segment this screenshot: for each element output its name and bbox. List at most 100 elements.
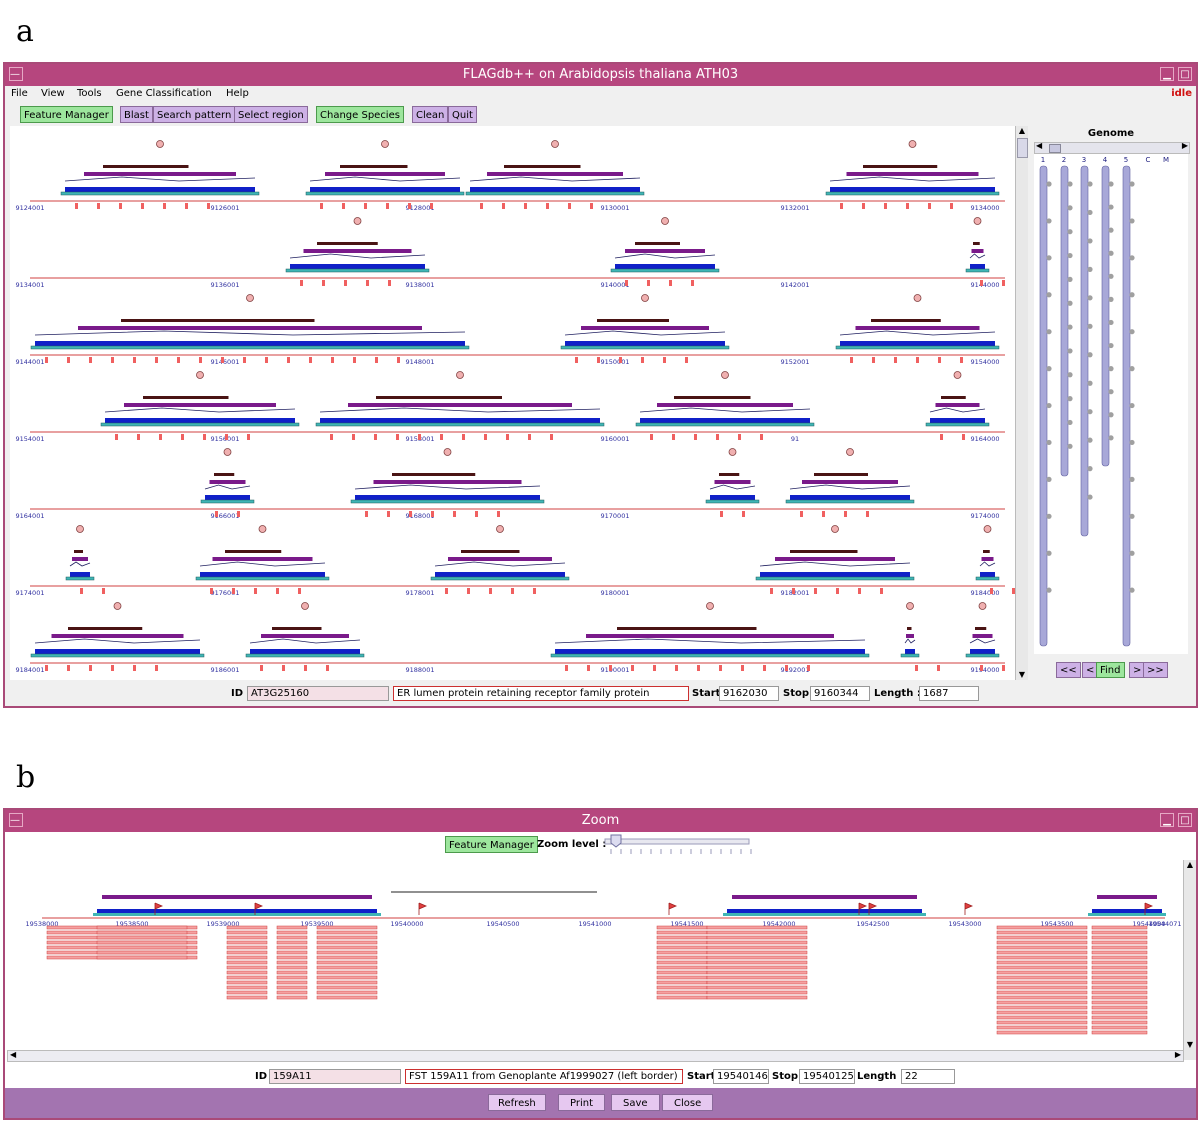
close-button[interactable]: Close	[662, 1094, 714, 1111]
est-hit	[906, 203, 909, 209]
zoom-vertical-scrollbar[interactable]: ▲ ▼	[1183, 860, 1196, 1060]
est-read	[1091, 1010, 1148, 1015]
marker-dot	[721, 371, 729, 379]
zoom-stop-field[interactable]: 19540125	[799, 1069, 855, 1084]
tick-label: 9192001	[781, 666, 810, 674]
gene-model	[790, 495, 910, 500]
est-hit	[858, 588, 861, 594]
zoom-id-field[interactable]: 159A11	[269, 1069, 401, 1084]
zoom-minimize-icon[interactable]: ▁	[1160, 813, 1174, 827]
est-read	[706, 960, 808, 965]
tracks-vertical-scrollbar[interactable]: ▲ ▼	[1015, 126, 1028, 680]
est-hit	[207, 203, 210, 209]
zoom-feature-manager-button[interactable]: Feature Manager	[445, 836, 538, 853]
genome-scroll-thumb[interactable]	[1049, 144, 1061, 153]
est-read	[656, 940, 708, 945]
gene-model	[35, 649, 200, 654]
blast-button[interactable]: Blast	[120, 106, 153, 123]
nav-first-button[interactable]: <<	[1056, 662, 1081, 678]
description-field[interactable]: ER lumen protein retaining receptor fami…	[393, 686, 689, 701]
mrna-model	[975, 576, 1000, 581]
est-read	[226, 980, 268, 985]
feature-manager-button[interactable]: Feature Manager	[20, 106, 113, 123]
menu-gene-classification[interactable]: Gene Classification	[116, 88, 212, 99]
chromosome-map[interactable]: 1 2 3 4 5 C M	[1034, 154, 1188, 654]
exon-feature	[143, 396, 229, 399]
scroll-down-icon[interactable]: ▼	[1016, 670, 1028, 680]
est-hit	[67, 357, 70, 363]
zoom-level-slider[interactable]	[603, 833, 753, 859]
status-indicator: idle	[1171, 88, 1192, 99]
est-read	[276, 990, 308, 995]
protein-feature	[84, 172, 236, 176]
scroll-right-icon[interactable]: ▶	[1182, 141, 1188, 150]
menu-help[interactable]: Help	[226, 88, 249, 99]
genome-track-canvas[interactable]: 9124001 9126001 9128001 9130001 9132001 91340…	[10, 126, 1015, 680]
genome-horizontal-scrollbar[interactable]: ◀ ▶	[1034, 141, 1190, 154]
start-field[interactable]: 9162030	[719, 686, 779, 701]
zoom-scroll-right-icon[interactable]: ▶	[1175, 1050, 1181, 1059]
zoom-scroll-down-icon[interactable]: ▼	[1184, 1040, 1196, 1049]
zoom-length-field[interactable]: 22	[901, 1069, 955, 1084]
change-species-button[interactable]: Change Species	[316, 106, 404, 123]
est-read	[276, 935, 308, 940]
chromosome-label: 2	[1062, 156, 1066, 164]
exon-feature	[674, 396, 751, 399]
search-pattern-button[interactable]: Search pattern	[153, 106, 236, 123]
est-hit	[685, 357, 688, 363]
zoom-mrna-model	[723, 913, 926, 916]
menu-view[interactable]: View	[41, 88, 65, 99]
est-read	[706, 970, 808, 975]
est-hit	[431, 511, 434, 517]
scroll-up-icon[interactable]: ▲	[1016, 126, 1028, 136]
est-hit	[102, 588, 105, 594]
start-label: Start	[692, 688, 721, 699]
zoom-maximize-icon[interactable]: □	[1178, 813, 1192, 827]
est-hit	[785, 665, 788, 671]
tick-label: 9164001	[16, 512, 45, 520]
est-hit	[89, 357, 92, 363]
stop-field[interactable]: 9160344	[810, 686, 870, 701]
est-hit	[850, 357, 853, 363]
clean-button[interactable]: Clean	[412, 106, 449, 123]
est-hit	[597, 357, 600, 363]
protein-feature	[51, 634, 184, 638]
zoom-horizontal-scrollbar[interactable]: ◀ ▶	[7, 1050, 1184, 1062]
chromosome-label: C	[1146, 156, 1151, 164]
marker-dot	[1067, 205, 1073, 211]
est-hit	[940, 434, 943, 440]
id-field[interactable]: AT3G25160	[247, 686, 389, 701]
scroll-left-icon[interactable]: ◀	[1036, 141, 1042, 150]
marker-dot	[913, 294, 922, 302]
zoom-window-menu-icon[interactable]: —	[9, 813, 23, 827]
minimize-icon[interactable]: ▁	[1160, 67, 1174, 81]
save-button[interactable]: Save	[611, 1094, 660, 1111]
marker-dot	[1046, 476, 1052, 482]
protein-feature	[971, 249, 984, 253]
menu-tools[interactable]: Tools	[77, 88, 102, 99]
maximize-icon[interactable]: □	[1178, 67, 1192, 81]
refresh-button[interactable]: Refresh	[488, 1094, 546, 1111]
length-field[interactable]: 1687	[919, 686, 979, 701]
est-read	[1091, 925, 1148, 930]
exon-feature	[597, 319, 669, 322]
find-button[interactable]: Find	[1096, 662, 1125, 678]
zoom-scroll-up-icon[interactable]: ▲	[1184, 860, 1196, 869]
zoom-description-field[interactable]: FST 159A11 from Genoplante Af1999027 (le…	[405, 1069, 683, 1084]
protein-feature	[448, 557, 552, 561]
est-read	[656, 925, 708, 930]
zoom-track-canvas[interactable]: 19538000 19538500 19539000 19539500 19540000…	[7, 860, 1182, 1050]
est-hit	[89, 665, 92, 671]
select-region-button[interactable]: Select region	[234, 106, 308, 123]
est-hit	[590, 203, 593, 209]
zoom-scroll-left-icon[interactable]: ◀	[10, 1050, 16, 1059]
print-button[interactable]: Print	[558, 1094, 606, 1111]
window-menu-icon[interactable]: —	[9, 67, 23, 81]
scroll-thumb[interactable]	[1017, 138, 1028, 158]
est-hit	[155, 665, 158, 671]
menu-file[interactable]: File	[11, 88, 28, 99]
est-read	[706, 990, 808, 995]
quit-button[interactable]: Quit	[448, 106, 477, 123]
zoom-start-field[interactable]: 19540146	[713, 1069, 769, 1084]
nav-last-button[interactable]: >>	[1143, 662, 1168, 678]
